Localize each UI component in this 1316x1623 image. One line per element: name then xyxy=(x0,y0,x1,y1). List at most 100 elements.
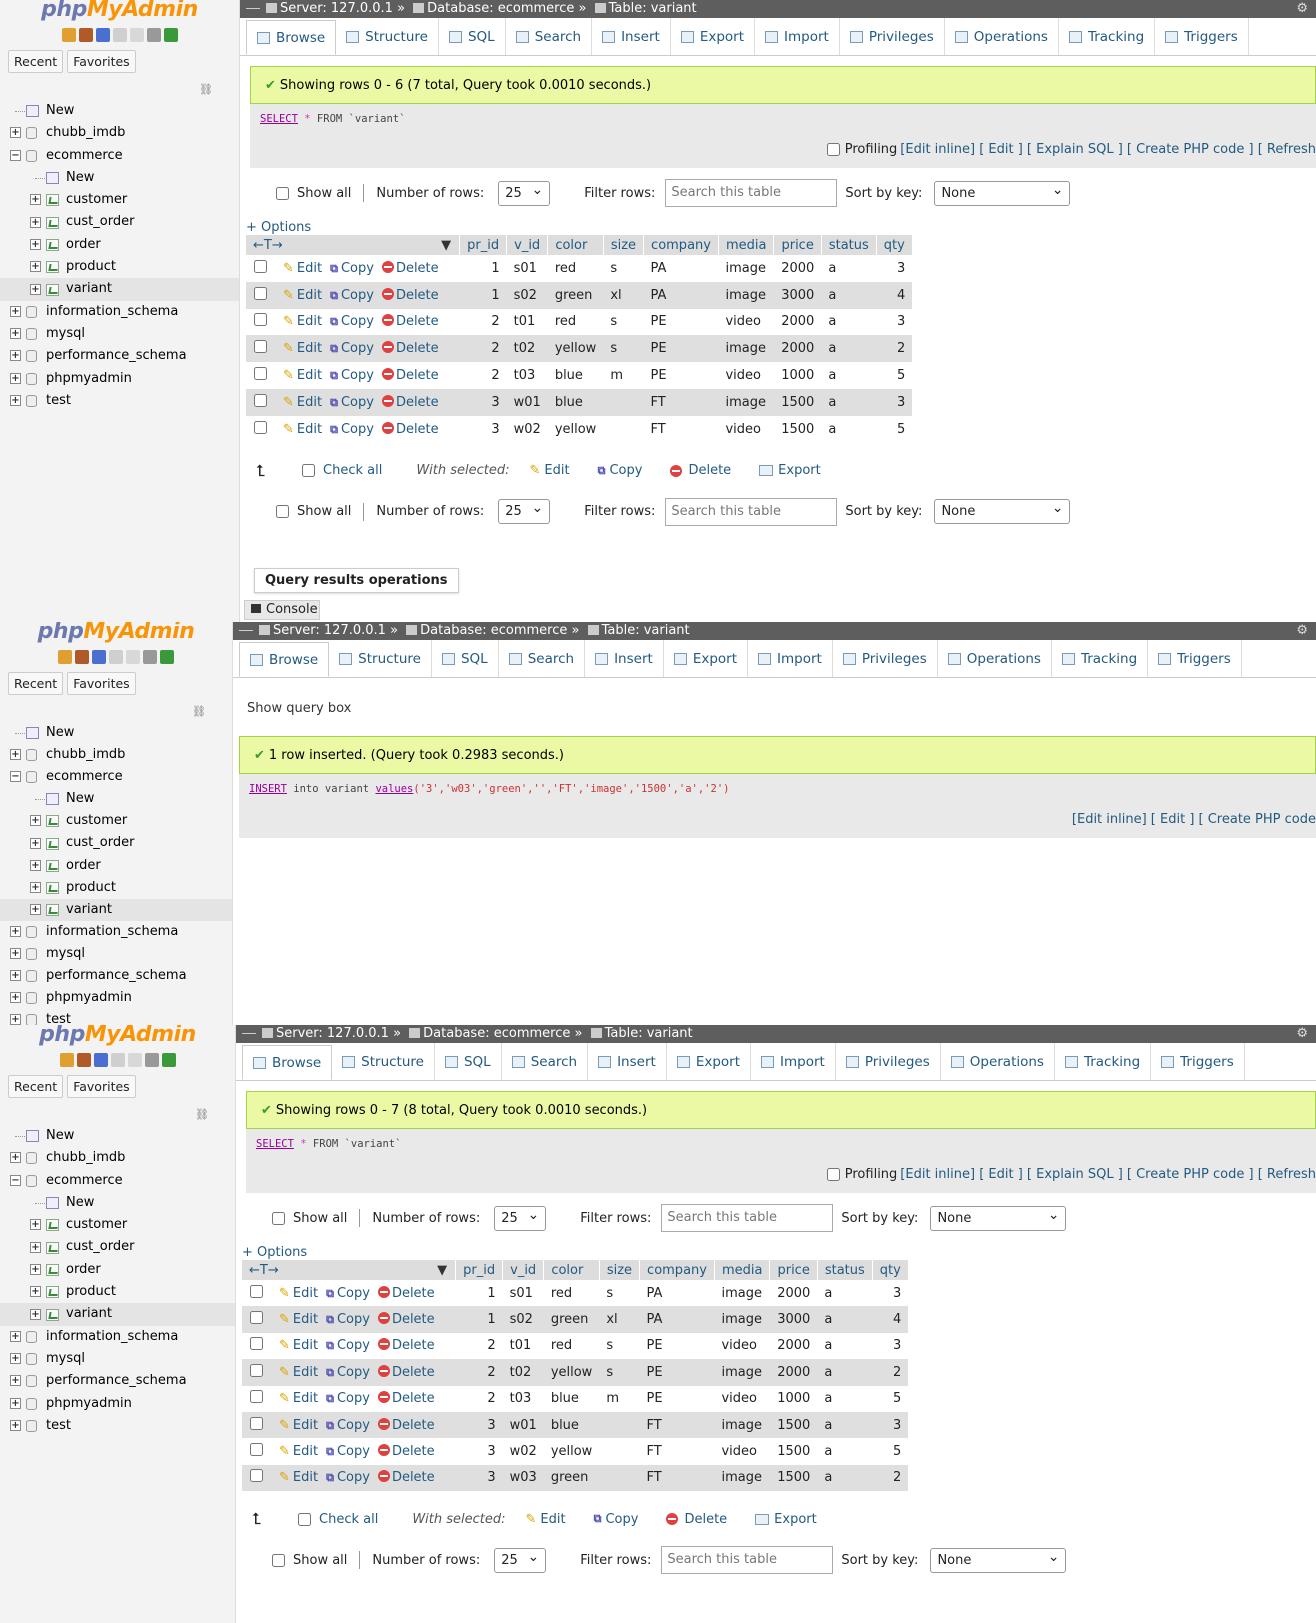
cell-color[interactable]: blue xyxy=(543,1411,600,1439)
cell-price[interactable]: 1500 xyxy=(769,1411,818,1439)
bulk-edit-button[interactable]: Edit xyxy=(544,463,569,478)
cell-company[interactable]: PA xyxy=(643,281,719,309)
favorites-tab[interactable]: Favorites xyxy=(67,672,136,695)
cell-pr_id[interactable]: 3 xyxy=(460,416,507,443)
copy-link[interactable]: Copy xyxy=(337,1338,370,1353)
cell-pr_id[interactable]: 2 xyxy=(460,309,507,336)
filter-rows-input[interactable]: Search this table xyxy=(661,1546,834,1575)
tree-item-db-information-schema[interactable]: + information_schema xyxy=(0,1326,235,1348)
tree-item-db-test[interactable]: + test xyxy=(0,390,239,412)
expand-icon[interactable]: + xyxy=(10,328,21,340)
recent-tab[interactable]: Recent xyxy=(8,672,64,695)
tree-label[interactable]: phpmyadmin xyxy=(46,1393,132,1415)
delete-link[interactable]: Delete xyxy=(396,395,439,410)
cell-media[interactable]: video xyxy=(718,309,774,336)
expand-icon[interactable]: + xyxy=(30,1308,41,1320)
tree-label[interactable]: cust_order xyxy=(66,832,134,854)
copy-link[interactable]: Copy xyxy=(341,422,374,437)
tree-item-db-information-schema[interactable]: + information_schema xyxy=(0,921,232,943)
help-icon[interactable] xyxy=(92,650,106,664)
tree-item-table-cust-order[interactable]: + cust_order xyxy=(0,211,239,233)
filter-rows-input[interactable]: Search this table xyxy=(665,179,838,207)
expand-icon[interactable]: + xyxy=(30,903,41,915)
tree-item-new-table[interactable]: New xyxy=(0,167,239,189)
tab-tracking[interactable]: Tracking xyxy=(1055,1043,1152,1080)
cell-v_id[interactable]: t01 xyxy=(507,309,548,336)
copy-icon[interactable]: ⧉ xyxy=(330,396,338,409)
tab-privileges[interactable]: Privileges xyxy=(840,18,945,55)
tab-sql[interactable]: SQL xyxy=(439,18,506,55)
console-bar[interactable]: Console xyxy=(244,600,320,620)
column-header-price[interactable]: price xyxy=(773,235,822,255)
delete-icon[interactable] xyxy=(666,1513,679,1526)
cell-media[interactable]: image xyxy=(718,255,774,282)
cell-v_id[interactable]: w03 xyxy=(502,1464,544,1492)
cell-qty[interactable]: 2 xyxy=(872,1464,909,1492)
cell-price[interactable]: 3000 xyxy=(773,281,822,309)
edit-icon[interactable]: ✎ xyxy=(283,341,294,356)
cell-qty[interactable]: 3 xyxy=(872,1411,909,1439)
copy-icon[interactable]: ⧉ xyxy=(330,369,338,382)
cell-color[interactable]: red xyxy=(544,1333,600,1359)
delete-link[interactable]: Delete xyxy=(392,1391,435,1406)
cell-color[interactable]: red xyxy=(544,1280,600,1306)
cell-pr_id[interactable]: 1 xyxy=(460,255,507,282)
tab-browse[interactable]: Browse xyxy=(246,20,337,55)
cell-qty[interactable]: 5 xyxy=(876,416,912,443)
copy-icon[interactable] xyxy=(127,1053,142,1067)
cell-size[interactable] xyxy=(603,388,644,416)
cell-status[interactable]: a xyxy=(821,281,877,309)
cell-price[interactable]: 2000 xyxy=(773,335,822,363)
console-label[interactable]: Console xyxy=(266,602,318,617)
cell-color[interactable]: red xyxy=(548,309,604,336)
bulk-copy-button[interactable]: Copy xyxy=(605,1512,638,1527)
breadcrumb-table[interactable]: Table: variant xyxy=(602,623,690,638)
edit-link[interactable]: Edit xyxy=(293,1391,318,1406)
cell-v_id[interactable]: s02 xyxy=(502,1306,544,1333)
tab-browse[interactable]: Browse xyxy=(242,1045,333,1080)
cell-company[interactable]: PE xyxy=(644,362,719,389)
copy-icon[interactable]: ⧉ xyxy=(330,342,338,355)
cell-company[interactable]: PE xyxy=(643,335,719,363)
copy-icon[interactable]: ⧉ xyxy=(598,464,606,478)
tree-label[interactable]: customer xyxy=(66,189,127,211)
tree-item-db-phpmyadmin[interactable]: + phpmyadmin xyxy=(0,987,232,1009)
cell-media[interactable]: video xyxy=(714,1333,770,1359)
recent-tab[interactable]: Recent xyxy=(8,1075,64,1098)
tree-label[interactable]: order xyxy=(66,234,101,256)
export-icon[interactable] xyxy=(759,465,774,477)
expand-icon[interactable]: + xyxy=(30,261,41,273)
exit-icon[interactable] xyxy=(76,1053,91,1067)
query-action-links[interactable]: [Edit inline] [ Edit ] [ Explain SQL ] [… xyxy=(900,142,1316,157)
delete-icon[interactable] xyxy=(377,1470,390,1483)
cell-size[interactable] xyxy=(603,416,643,443)
show-all-checkbox[interactable] xyxy=(276,505,289,519)
tree-item-db-chubb-imdb[interactable]: + chubb_imdb xyxy=(0,122,239,144)
tab-structure[interactable]: Structure xyxy=(332,1043,435,1080)
edit-link[interactable]: Edit xyxy=(297,422,322,437)
number-of-rows-select[interactable]: 25 xyxy=(498,497,551,525)
copy-icon[interactable]: ⧉ xyxy=(326,1287,334,1300)
cell-size[interactable] xyxy=(599,1411,640,1439)
sort-by-key-select[interactable]: None xyxy=(934,179,1071,206)
tree-item-db-performance-schema[interactable]: + performance_schema xyxy=(0,345,239,367)
tree-item-db-information-schema[interactable]: + information_schema xyxy=(0,301,239,323)
profiling-checkbox[interactable] xyxy=(826,1168,840,1181)
column-header-company[interactable]: company xyxy=(643,235,719,255)
tree-label[interactable]: ecommerce xyxy=(46,145,123,167)
tree-label[interactable]: order xyxy=(66,1259,101,1281)
delete-icon[interactable] xyxy=(381,287,394,300)
cell-status[interactable]: a xyxy=(817,1386,872,1412)
expand-icon[interactable]: + xyxy=(10,1375,21,1387)
expand-icon[interactable]: + xyxy=(10,1397,21,1409)
tree-item-db-mysql[interactable]: + mysql xyxy=(0,323,239,345)
tree-item-db-mysql[interactable]: + mysql xyxy=(0,1348,235,1370)
check-all-checkbox[interactable] xyxy=(302,464,315,478)
cell-pr_id[interactable]: 2 xyxy=(459,335,507,363)
cell-pr_id[interactable]: 3 xyxy=(459,388,507,416)
cell-color[interactable]: yellow xyxy=(547,335,604,363)
cell-qty[interactable]: 3 xyxy=(872,1280,908,1306)
delete-icon[interactable] xyxy=(377,1444,390,1457)
column-resize-header[interactable]: ←T→ ▼ xyxy=(242,1260,457,1280)
sql-query-box[interactable]: SELECT * FROM `variant` xyxy=(246,1129,1316,1159)
